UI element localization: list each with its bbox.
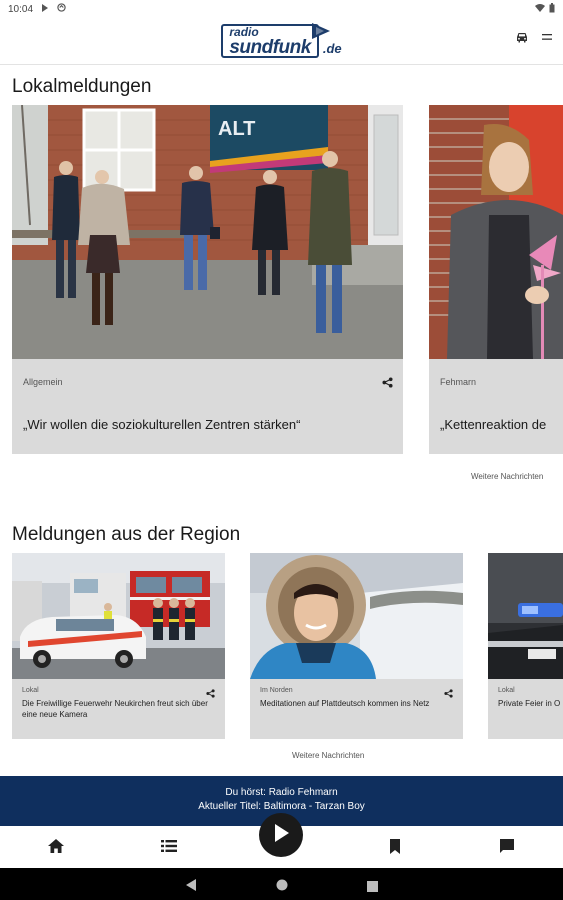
chat-icon[interactable] <box>499 839 515 859</box>
logo-radio-text: radio <box>229 24 259 39</box>
more-news-link-local[interactable]: Weitere Nachrichten <box>471 472 543 481</box>
region-news-card[interactable]: Im Norden Meditationen auf Plattdeutsch … <box>250 553 463 739</box>
more-news-link-region[interactable]: Weitere Nachrichten <box>292 751 364 760</box>
logo-sundfunk-text: sundfunk <box>229 36 311 58</box>
system-navigation-bar <box>0 868 563 900</box>
card-headline[interactable]: Die Freiwillige Feuerwehr Neukirchen fre… <box>22 698 217 720</box>
play-button[interactable] <box>259 813 303 857</box>
radio-sundfunk-logo[interactable]: radio sundfunk .de <box>221 23 342 58</box>
menu-icon[interactable] <box>541 30 553 48</box>
home-circle-icon[interactable] <box>276 878 288 896</box>
card-headline[interactable]: Private Feier in O <box>498 698 563 709</box>
play-icon <box>272 823 290 848</box>
card-headline[interactable]: „Wir wollen die soziokulturellen Zentren… <box>23 417 393 432</box>
sync-status-icon <box>57 3 66 15</box>
logo-play-icon <box>311 22 331 44</box>
car-icon[interactable] <box>515 30 529 48</box>
wifi-icon <box>535 3 545 15</box>
list-icon[interactable] <box>161 839 177 858</box>
news-photo: ALT <box>12 105 403 359</box>
logo-box: radio sundfunk <box>221 23 330 58</box>
news-photo <box>429 105 563 359</box>
card-category: Lokal <box>22 687 39 694</box>
share-icon[interactable] <box>382 375 393 393</box>
clock: 10:04 <box>8 3 34 15</box>
card-headline[interactable]: „Kettenreaktion de <box>440 417 563 432</box>
app-bar: radio sundfunk .de <box>0 18 563 65</box>
bookmark-icon[interactable] <box>389 839 401 859</box>
battery-icon <box>549 2 555 16</box>
back-icon[interactable] <box>186 878 197 896</box>
local-news-card[interactable]: Fehmarn „Kettenreaktion de <box>429 105 563 454</box>
region-news-card[interactable]: Lokal Private Feier in O <box>488 553 563 739</box>
recents-icon[interactable] <box>367 879 378 897</box>
home-icon[interactable] <box>48 839 64 858</box>
card-category: Im Norden <box>260 687 293 694</box>
card-headline[interactable]: Meditationen auf Plattdeutsch kommen ins… <box>260 698 455 709</box>
station-line: Du hörst: Radio Fehmarn <box>225 787 338 798</box>
card-category: Allgemein <box>23 377 63 387</box>
card-category: Fehmarn <box>440 377 477 387</box>
news-photo <box>250 553 463 679</box>
card-category: Lokal <box>498 687 515 694</box>
status-bar: 10:04 <box>0 0 563 18</box>
local-news-card[interactable]: ALT Allgemein „Wir wollen die soziokultu… <box>12 105 403 454</box>
track-line: Aktueller Titel: Baltimora - Tarzan Boy <box>198 801 365 812</box>
region-news-card[interactable]: Lokal Die Freiwillige Feuerwehr Neukirch… <box>12 553 225 739</box>
section-title-local: Lokalmeldungen <box>12 76 152 97</box>
news-photo <box>488 553 563 679</box>
news-photo <box>12 553 225 679</box>
section-title-region: Meldungen aus der Region <box>12 524 241 545</box>
banner-text: ALT <box>218 118 255 140</box>
play-status-icon <box>41 3 49 15</box>
